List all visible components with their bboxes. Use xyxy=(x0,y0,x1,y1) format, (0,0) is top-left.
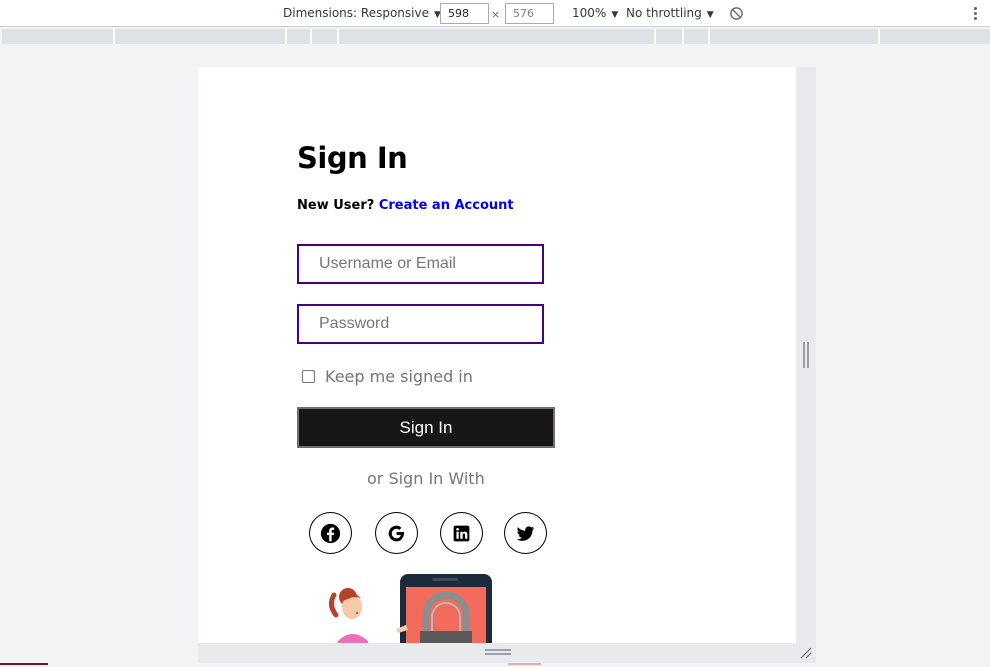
username-input[interactable] xyxy=(297,244,544,284)
media-query-bar[interactable] xyxy=(2,29,990,44)
more-options-icon[interactable] xyxy=(966,7,984,21)
facebook-icon xyxy=(320,523,341,543)
chevron-down-icon: ▼ xyxy=(706,10,714,20)
keep-signed-in-checkbox[interactable] xyxy=(302,370,315,383)
times-sign: × xyxy=(491,8,501,21)
create-account-link[interactable]: Create an Account xyxy=(379,198,514,213)
password-input[interactable] xyxy=(297,304,544,344)
google-button[interactable] xyxy=(375,512,418,554)
corner-resize-handle[interactable] xyxy=(796,643,816,663)
rotate-icon[interactable] xyxy=(729,6,744,21)
height-input[interactable]: 576 xyxy=(505,3,554,24)
google-icon xyxy=(388,525,404,541)
emulated-viewport: Sign In New User? Create an Account Keep… xyxy=(198,67,796,643)
linkedin-button[interactable] xyxy=(440,512,483,554)
bottom-resize-handle[interactable] xyxy=(198,643,796,663)
security-illustration xyxy=(328,574,492,643)
new-user-line: New User? Create an Account xyxy=(297,198,514,213)
facebook-button[interactable] xyxy=(309,512,352,554)
right-resize-handle[interactable] xyxy=(796,67,816,643)
keep-signed-in[interactable]: Keep me signed in xyxy=(302,367,473,386)
zoom-label: 100% xyxy=(572,6,607,20)
resize-grip-icon xyxy=(800,647,812,659)
zoom-dropdown[interactable]: 100% ▼ xyxy=(572,0,618,27)
sign-in-button[interactable]: Sign In xyxy=(297,407,555,448)
dimensions-dropdown[interactable]: Dimensions: Responsive ▼ xyxy=(283,0,441,27)
page-title: Sign In xyxy=(297,141,408,175)
linkedin-icon xyxy=(453,525,470,541)
chevron-down-icon: ▼ xyxy=(611,10,619,20)
width-input[interactable]: 598 xyxy=(440,3,489,24)
twitter-icon xyxy=(516,525,535,541)
device-toolbar: Dimensions: Responsive ▼ 598 × 576 100% ▼ … xyxy=(0,0,990,27)
throttling-label: No throttling xyxy=(626,6,702,20)
or-sign-in-with: or Sign In With xyxy=(367,469,485,488)
twitter-button[interactable] xyxy=(504,512,547,554)
throttling-dropdown[interactable]: No throttling ▼ xyxy=(626,0,714,27)
keep-signed-in-label: Keep me signed in xyxy=(325,367,473,386)
dimensions-label: Dimensions: Responsive xyxy=(283,6,429,20)
new-user-text: New User? xyxy=(297,198,375,213)
